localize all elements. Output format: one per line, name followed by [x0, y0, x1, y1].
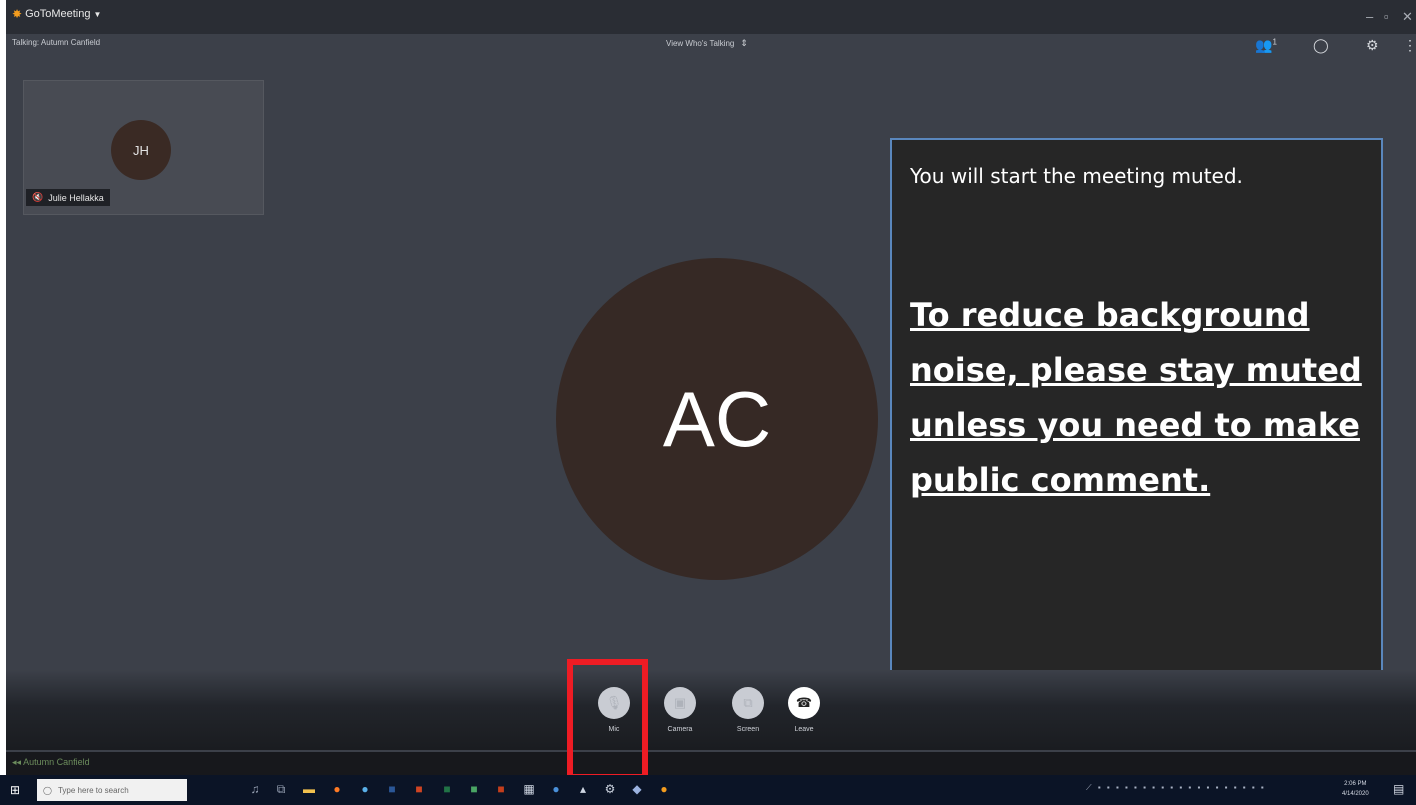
active-speaker-avatar: AC — [556, 258, 878, 580]
clock-date: 4/14/2020 — [1342, 791, 1369, 797]
participant-name: Julie Hellakka — [48, 192, 104, 203]
leave-label: Leave — [794, 726, 814, 733]
mic-highlight-box — [567, 659, 648, 780]
cortana-icon: ◯ — [43, 785, 52, 795]
screen-share-icon: ⧉ — [732, 687, 764, 719]
attendees-count: 1 — [1272, 37, 1277, 47]
camera-icon: ▣ — [664, 687, 696, 719]
publisher-icon[interactable]: ■ — [466, 781, 482, 797]
powerpoint-icon[interactable]: ■ — [411, 781, 427, 797]
view-mode-label: View Who's Talking — [666, 39, 735, 48]
gotomeeting-window: ✸ GoToMeeting ▼ – ▫ ✕ Talking: Autumn Ca… — [6, 0, 1416, 775]
avatar: JH — [111, 120, 171, 180]
system-tray-icons[interactable]: ⟋ ▪ ▪ ▪ ▪ ▪ ▪ ▪ ▪ ▪ ▪ ▪ ▪ ▪ ▪ ▪ ▪ ▪ ▪ ▪ — [1086, 783, 1266, 793]
chat-icon[interactable]: ◯ — [1313, 37, 1329, 54]
firefox-icon[interactable]: ● — [329, 781, 345, 797]
windows-start-icon[interactable]: ⊞ — [10, 783, 20, 797]
file-explorer-icon[interactable]: ▬ — [301, 781, 317, 797]
notice-instruction-text: To reduce background noise, please stay … — [910, 296, 1362, 499]
screen-label: Screen — [736, 726, 760, 733]
notice-box: You will start the meeting muted. To red… — [890, 138, 1383, 672]
audio-level-icon: ◂◂ — [12, 757, 22, 767]
talking-indicator: Talking: Autumn Canfield — [12, 38, 101, 47]
notification-icon[interactable]: ▤ — [1393, 782, 1404, 796]
speaker-status: ◂◂ Autumn Canfield — [12, 757, 90, 768]
status-bar: ◂◂ Autumn Canfield — [6, 752, 1416, 775]
minimize-icon[interactable]: – — [1366, 9, 1373, 24]
attendees-icon[interactable]: 👥1 — [1255, 37, 1277, 54]
app-brand-label: GoToMeeting — [25, 8, 91, 20]
settings-taskbar-icon[interactable]: ⚙ — [602, 781, 618, 797]
restore-icon[interactable]: ▫ — [1384, 9, 1389, 24]
pdf-icon[interactable]: ■ — [493, 781, 509, 797]
speaker-muted-icon: 🔇 — [32, 192, 44, 202]
meeting-controls-bar: 🎙 Mic ▣ Camera ⧉ Screen ☎ Leave — [6, 670, 1416, 750]
hang-up-icon: ☎ — [788, 687, 820, 719]
word-icon[interactable]: ■ — [384, 781, 400, 797]
leave-button[interactable]: ☎ Leave — [774, 687, 834, 733]
view-mode-selector[interactable]: View Who's Talking ⇕ — [666, 38, 748, 49]
app-menu[interactable]: ✸ GoToMeeting ▼ — [12, 7, 101, 21]
calculator-icon[interactable]: ▦ — [521, 781, 537, 797]
gotomeeting-logo-icon: ✸ — [12, 7, 23, 21]
task-view-icon[interactable]: ⧉ — [273, 781, 289, 797]
speaker-status-name: Autumn Canfield — [23, 757, 90, 767]
up-down-arrows-icon: ⇕ — [740, 38, 748, 48]
paint-icon[interactable]: ▴ — [575, 781, 591, 797]
clock-time: 2:06 PM — [1344, 781, 1367, 787]
title-bar: ✸ GoToMeeting ▼ – ▫ ✕ — [6, 0, 1416, 34]
camera-button[interactable]: ▣ Camera — [650, 687, 710, 733]
close-icon[interactable]: ✕ — [1402, 9, 1413, 25]
settings-icon[interactable]: ⚙ — [1366, 37, 1379, 54]
screen-share-button[interactable]: ⧉ Screen — [718, 687, 778, 733]
notice-muted-text: You will start the meeting muted. — [910, 164, 1243, 188]
camera-label: Camera — [667, 726, 693, 733]
excel-icon[interactable]: ■ — [439, 781, 455, 797]
photos-icon[interactable]: ◆ — [629, 781, 645, 797]
participant-thumbnail[interactable]: JH 🔇 Julie Hellakka — [23, 80, 264, 215]
chrome-icon[interactable]: ● — [548, 781, 564, 797]
gotomeeting-taskbar-icon[interactable]: ● — [656, 781, 672, 797]
taskbar-clock[interactable]: 2:06 PM 4/14/2020 — [1342, 779, 1369, 799]
windows-taskbar: ⊞ ◯ Type here to search ♫ ⧉ ▬ ● ● ■ ■ ■ … — [0, 775, 1416, 805]
microphone-taskbar-icon[interactable]: ♫ — [247, 781, 263, 797]
search-placeholder: Type here to search — [57, 785, 129, 795]
chevron-down-icon: ▼ — [93, 9, 102, 19]
people-icon[interactable]: ● — [357, 781, 373, 797]
participant-name-tag: 🔇 Julie Hellakka — [26, 189, 110, 206]
more-options-icon[interactable]: ⋮ — [1403, 37, 1416, 54]
taskbar-search-input[interactable]: ◯ Type here to search — [37, 779, 187, 801]
